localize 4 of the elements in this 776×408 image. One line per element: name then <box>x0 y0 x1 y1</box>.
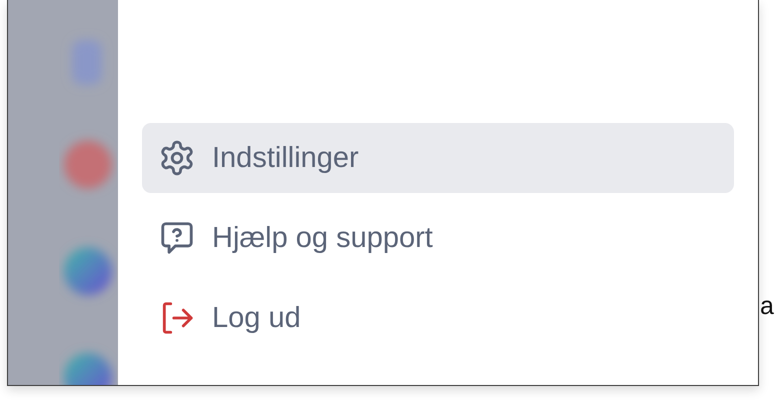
background-text: a <box>760 292 774 320</box>
menu-item[interactable]: Hjælp og support <box>142 203 734 273</box>
menu-item[interactable]: Indstillinger <box>142 123 734 193</box>
menu-item[interactable]: Log ud <box>142 283 734 353</box>
